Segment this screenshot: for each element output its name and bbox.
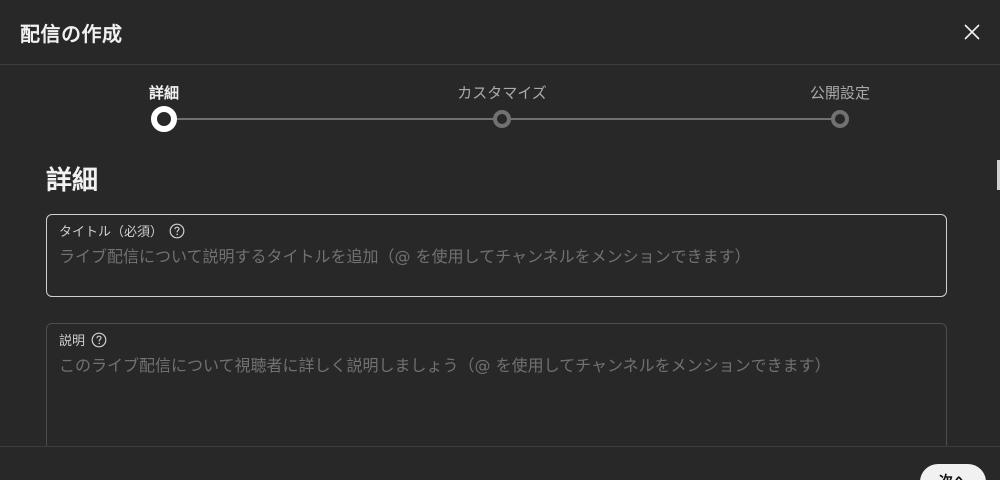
step-label-visibility[interactable]: 公開設定 xyxy=(810,82,870,103)
section-title: 詳細 xyxy=(46,166,99,196)
title-input[interactable] xyxy=(59,243,929,269)
description-input[interactable] xyxy=(59,352,929,452)
step-dot-customize[interactable] xyxy=(493,110,511,128)
title-field-label: タイトル（必須） xyxy=(59,225,164,240)
title-field[interactable]: タイトル（必須） xyxy=(46,214,947,297)
question-circle-icon xyxy=(169,223,185,238)
dialog-footer: 次へ xyxy=(0,446,1000,480)
next-button[interactable]: 次へ xyxy=(920,464,986,480)
step-label-customize[interactable]: カスタマイズ xyxy=(457,82,547,103)
description-field[interactable]: 説明 xyxy=(46,323,947,463)
dialog-header: 配信の作成 xyxy=(0,0,1000,65)
dialog-title: 配信の作成 xyxy=(20,22,123,46)
help-icon[interactable] xyxy=(91,332,107,348)
question-circle-icon xyxy=(91,332,107,347)
title-field-label-row: タイトル（必須） xyxy=(59,221,185,240)
step-dot-visibility[interactable] xyxy=(831,110,849,128)
step-dot-details[interactable] xyxy=(151,106,177,132)
stepper: 詳細 カスタマイズ 公開設定 xyxy=(0,66,1000,146)
description-field-label-row: 説明 xyxy=(59,330,107,349)
help-icon[interactable] xyxy=(169,223,185,239)
step-label-details[interactable]: 詳細 xyxy=(149,82,179,103)
description-field-label: 説明 xyxy=(59,334,86,349)
close-button[interactable] xyxy=(956,16,988,48)
close-icon xyxy=(964,24,980,40)
create-stream-dialog: 配信の作成 詳細 カスタマイズ 公開設定 詳細 タイトル（必須） ライブ配信につ… xyxy=(0,0,1000,480)
